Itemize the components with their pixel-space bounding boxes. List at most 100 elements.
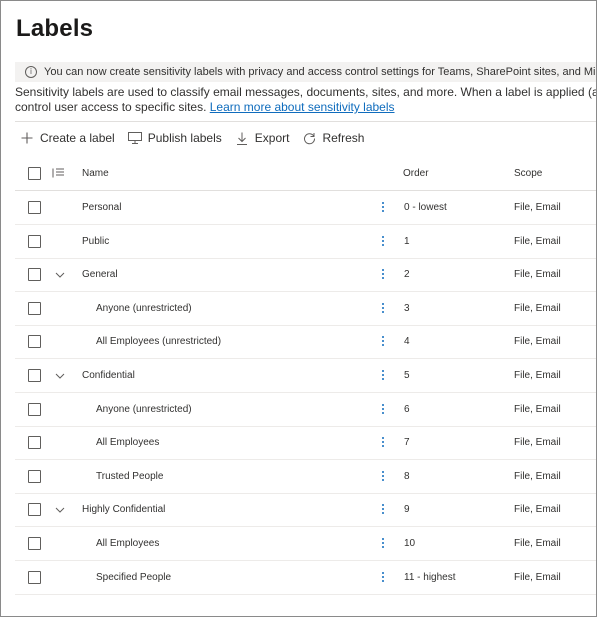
row-checkbox[interactable] xyxy=(28,537,41,550)
more-actions-icon[interactable] xyxy=(380,402,386,418)
label-scope: File, Email xyxy=(514,202,561,213)
page-description: Sensitivity labels are used to classify … xyxy=(15,85,596,115)
column-header-scope[interactable]: Scope xyxy=(514,157,542,190)
toolbar-divider xyxy=(15,121,596,122)
column-header-order[interactable]: Order xyxy=(403,157,429,190)
create-label-text: Create a label xyxy=(40,131,115,145)
label-name[interactable]: Public xyxy=(82,225,109,258)
label-name[interactable]: All Employees (unrestricted) xyxy=(96,325,221,358)
table-row[interactable]: Anyone (unrestricted) 6 File, Email xyxy=(15,393,596,427)
label-name[interactable]: Personal xyxy=(82,191,121,224)
label-scope: File, Email xyxy=(514,302,561,314)
table-row[interactable]: Confidential 5 File, Email xyxy=(15,359,596,393)
more-actions-icon[interactable] xyxy=(380,570,386,586)
more-actions-icon[interactable] xyxy=(380,267,386,283)
label-scope: File, Email xyxy=(514,538,561,549)
banner-text: You can now create sensitivity labels wi… xyxy=(44,66,596,78)
label-order: 10 xyxy=(404,538,416,549)
label-order: 8 xyxy=(404,470,410,482)
label-name[interactable]: Trusted People xyxy=(96,460,163,493)
label-scope: File, Email xyxy=(514,370,561,381)
label-name[interactable]: General xyxy=(82,258,118,291)
table-row[interactable]: Personal 0 - lowest File, Email xyxy=(15,191,596,225)
info-icon: i xyxy=(25,66,37,78)
label-name[interactable]: Anyone (unrestricted) xyxy=(96,292,192,325)
table-row[interactable]: Public 1 File, Email xyxy=(15,225,596,259)
chevron-down-icon[interactable] xyxy=(55,371,65,381)
label-scope: File, Email xyxy=(514,235,561,247)
more-actions-icon[interactable] xyxy=(380,301,386,317)
plus-icon xyxy=(20,131,34,145)
publish-icon xyxy=(127,131,142,145)
more-actions-icon[interactable] xyxy=(380,368,386,384)
label-order: 5 xyxy=(404,370,410,381)
table-row[interactable]: All Employees 10 File, Email xyxy=(15,527,596,561)
more-actions-icon[interactable] xyxy=(380,334,386,350)
label-scope: File, Email xyxy=(514,470,561,482)
row-checkbox[interactable] xyxy=(28,570,41,584)
label-order: 7 xyxy=(404,437,410,449)
more-actions-icon[interactable] xyxy=(380,502,386,518)
label-order: 2 xyxy=(404,269,410,281)
refresh-text: Refresh xyxy=(322,131,365,145)
row-checkbox[interactable] xyxy=(28,234,41,248)
label-scope: File, Email xyxy=(514,269,561,281)
export-text: Export xyxy=(254,131,290,145)
label-order: 11 - highest xyxy=(404,571,456,583)
row-checkbox[interactable] xyxy=(28,335,41,349)
more-actions-icon[interactable] xyxy=(380,200,386,216)
row-checkbox[interactable] xyxy=(28,268,41,282)
label-name[interactable]: All Employees xyxy=(96,426,159,459)
row-checkbox[interactable] xyxy=(28,503,41,517)
column-options-icon[interactable] xyxy=(52,168,64,178)
label-scope: File, Email xyxy=(514,437,561,449)
table-row[interactable]: Highly Confidential 9 File, Email xyxy=(15,493,596,528)
command-bar: Create a label Publish labels Export Ref… xyxy=(15,128,377,148)
table-row[interactable]: Specified People 11 - highest File, Email xyxy=(15,561,596,595)
table-row[interactable]: General 2 File, Email xyxy=(15,258,596,293)
info-banner: i You can now create sensitivity labels … xyxy=(15,62,596,82)
chevron-down-icon[interactable] xyxy=(55,505,65,515)
table-row[interactable]: All Employees 7 File, Email xyxy=(15,426,596,461)
row-checkbox[interactable] xyxy=(28,201,41,214)
row-checkbox[interactable] xyxy=(28,436,41,450)
label-order: 0 - lowest xyxy=(404,202,447,213)
label-scope: File, Email xyxy=(514,504,561,516)
row-checkbox[interactable] xyxy=(28,301,41,315)
labels-page: Labels i You can now create sensitivity … xyxy=(0,0,597,617)
export-button[interactable]: Export xyxy=(235,131,290,145)
row-checkbox[interactable] xyxy=(28,402,41,416)
label-scope: File, Email xyxy=(514,403,561,415)
label-order: 6 xyxy=(404,403,410,415)
label-name[interactable]: Highly Confidential xyxy=(82,493,165,526)
label-order: 1 xyxy=(404,235,410,247)
refresh-button[interactable]: Refresh xyxy=(302,131,364,145)
label-scope: File, Email xyxy=(514,336,561,348)
description-line-2-text: control user access to specific sites. xyxy=(15,100,210,114)
label-name[interactable]: All Employees xyxy=(96,527,159,560)
row-checkbox[interactable] xyxy=(28,369,41,382)
row-checkbox[interactable] xyxy=(28,469,41,483)
select-all-checkbox[interactable] xyxy=(28,167,41,180)
more-actions-icon[interactable] xyxy=(380,469,386,485)
download-icon xyxy=(235,131,249,145)
table-row[interactable]: Anyone (unrestricted) 3 File, Email xyxy=(15,292,596,326)
description-line-1: Sensitivity labels are used to classify … xyxy=(15,85,596,99)
publish-labels-button[interactable]: Publish labels xyxy=(127,131,222,145)
more-actions-icon[interactable] xyxy=(380,435,386,451)
publish-labels-text: Publish labels xyxy=(147,131,222,145)
page-title: Labels xyxy=(16,15,94,42)
label-name[interactable]: Confidential xyxy=(82,359,135,392)
table-row[interactable]: All Employees (unrestricted) 4 File, Email xyxy=(15,325,596,360)
column-header-name[interactable]: Name xyxy=(82,157,109,190)
table-row[interactable]: Trusted People 8 File, Email xyxy=(15,460,596,494)
more-actions-icon[interactable] xyxy=(380,536,386,552)
more-actions-icon[interactable] xyxy=(380,234,386,250)
learn-more-link[interactable]: Learn more about sensitivity labels xyxy=(210,100,395,114)
label-name[interactable]: Anyone (unrestricted) xyxy=(96,393,192,426)
table-header: Name Order Scope xyxy=(15,157,596,191)
label-order: 9 xyxy=(404,504,410,516)
chevron-down-icon[interactable] xyxy=(55,270,65,280)
label-name[interactable]: Specified People xyxy=(96,561,171,594)
create-label-button[interactable]: Create a label xyxy=(20,131,115,145)
